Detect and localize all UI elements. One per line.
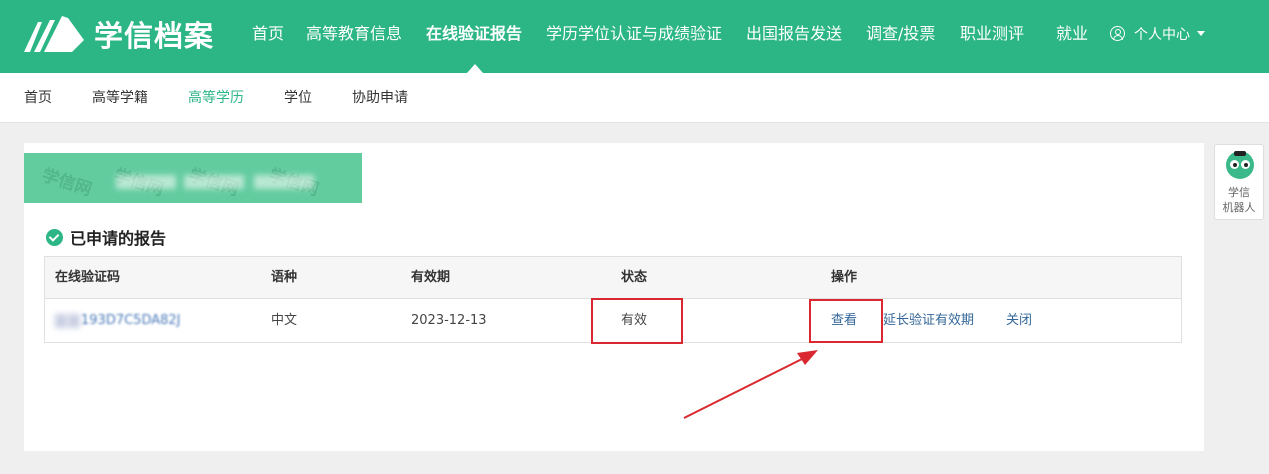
- robot-label-line1: 学信: [1228, 186, 1250, 199]
- robot-assistant[interactable]: 学信 机器人: [1214, 144, 1264, 220]
- robot-eye: [1230, 160, 1239, 169]
- robot-eye: [1241, 160, 1250, 169]
- robot-label-line2: 机器人: [1222, 201, 1256, 214]
- robot-label: 学信 机器人: [1215, 185, 1263, 215]
- robot-hat: [1234, 151, 1246, 156]
- annotation-arrow-icon: [683, 350, 818, 419]
- robot-avatar-icon: [1226, 151, 1254, 179]
